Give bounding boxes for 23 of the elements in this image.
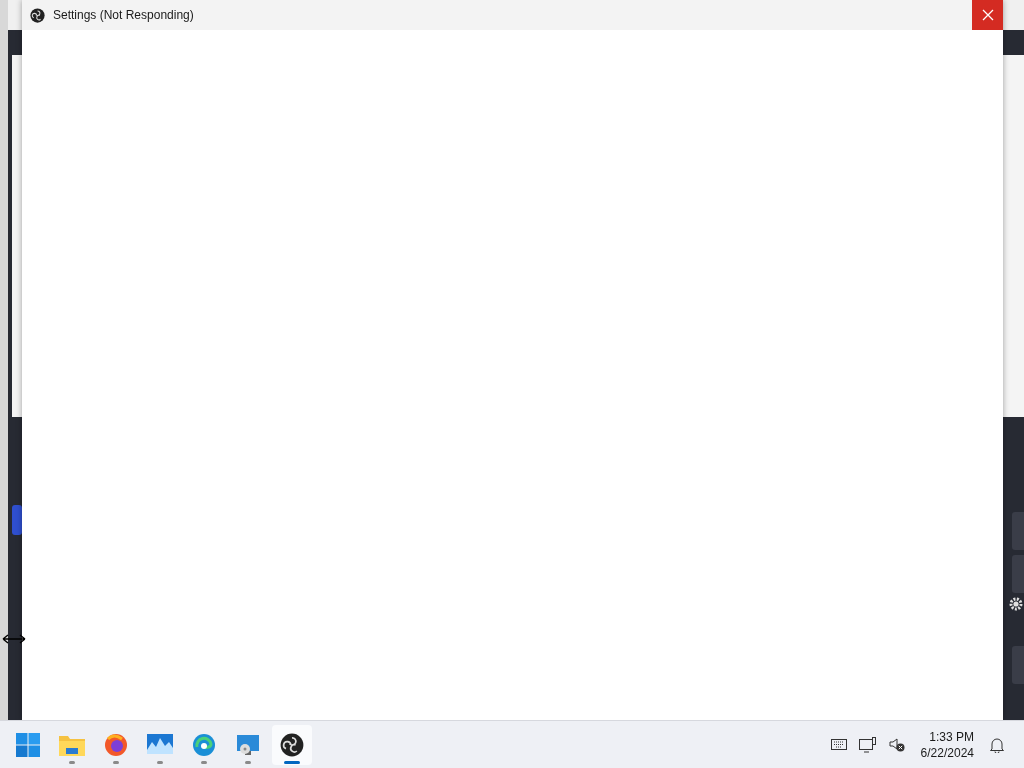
graph-window-icon xyxy=(147,733,173,756)
windows-logo-icon xyxy=(16,732,40,757)
keyboard-button[interactable] xyxy=(830,739,847,750)
network-button[interactable] xyxy=(858,736,877,753)
bell-icon xyxy=(990,736,1004,753)
gear-icon[interactable] xyxy=(1009,597,1023,611)
muted-speaker-icon xyxy=(888,737,905,752)
recorder-icon xyxy=(280,732,304,757)
close-icon xyxy=(981,9,994,21)
monitor-disc-icon xyxy=(236,732,260,757)
folder-icon xyxy=(59,733,85,756)
clock-button[interactable]: 1:33 PM 6/22/2024 xyxy=(916,728,978,761)
wave-e-icon xyxy=(192,732,216,757)
volume-button[interactable] xyxy=(888,737,905,752)
window-title: Settings (Not Responding) xyxy=(53,8,195,22)
keyboard-icon xyxy=(830,739,847,750)
close-button[interactable] xyxy=(972,0,1003,30)
resize-cursor-icon xyxy=(2,633,26,645)
taskbar-app-button[interactable] xyxy=(272,724,312,765)
notifications-button[interactable] xyxy=(990,736,1004,753)
app-icon xyxy=(30,7,45,23)
monitor-icon xyxy=(858,736,877,753)
fox-globe-icon xyxy=(104,732,128,757)
